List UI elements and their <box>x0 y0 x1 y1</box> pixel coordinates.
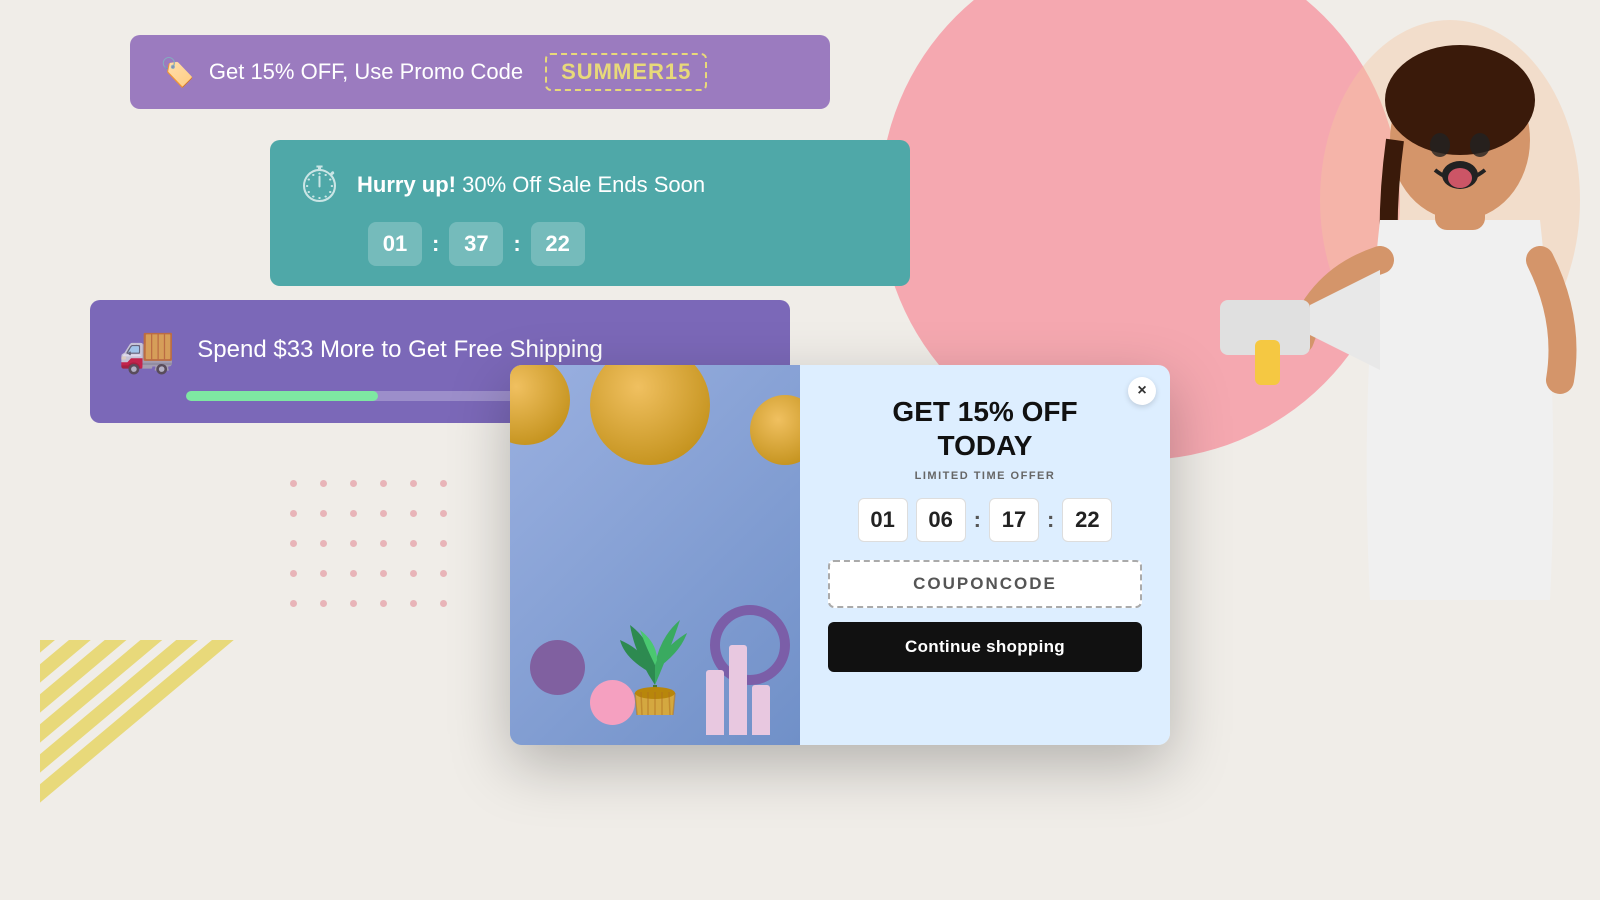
coupon-code-display: COUPONCODE <box>828 560 1142 608</box>
truck-icon: 🚚 <box>118 322 175 377</box>
sep1: : <box>432 231 439 257</box>
modal-title-line2: TODAY <box>892 429 1077 463</box>
banner2-text: Hurry up! 30% Off Sale Ends Soon <box>357 172 705 198</box>
modal-minutes1: 06 <box>916 498 966 542</box>
modal-title-line1: GET 15% OFF <box>892 395 1077 429</box>
modal-close-button[interactable]: × <box>1128 377 1156 405</box>
modal-hours: 01 <box>858 498 908 542</box>
modal-title: GET 15% OFF TODAY <box>892 395 1077 462</box>
continue-shopping-button[interactable]: Continue shopping <box>828 622 1142 672</box>
progress-bar-fill <box>186 391 378 401</box>
banner2-countdown: 01 : 37 : 22 <box>368 222 585 266</box>
modal-sep1: : <box>974 507 981 533</box>
pink-columns <box>706 645 770 735</box>
promo-banner-2: ⏱ Hurry up! 30% Off Sale Ends Soon 01 : … <box>270 140 910 286</box>
countdown-seconds: 22 <box>531 222 585 266</box>
countdown-minutes: 37 <box>449 222 503 266</box>
timer-icon: ⏱ <box>300 160 339 210</box>
banner2-top: ⏱ Hurry up! 30% Off Sale Ends Soon <box>300 160 880 210</box>
hurry-label: Hurry up! <box>357 172 456 197</box>
tag-icon: 🏷️ <box>160 56 195 89</box>
promo-code: SUMMER15 <box>545 53 707 91</box>
promo-banner-1-text: Get 15% OFF, Use Promo Code <box>209 59 523 85</box>
modal-seconds: 22 <box>1062 498 1112 542</box>
discount-modal: × GET 15% OFF TODAY LIMITED TIME OFFER 0… <box>510 365 1170 745</box>
modal-content-panel: × GET 15% OFF TODAY LIMITED TIME OFFER 0… <box>800 365 1170 745</box>
modal-image-panel <box>510 365 800 745</box>
bg-yellow-stripes <box>40 640 300 840</box>
modal-subtitle: LIMITED TIME OFFER <box>915 470 1056 482</box>
plant-container <box>615 595 695 715</box>
plant-svg <box>615 595 695 715</box>
sep2: : <box>513 231 520 257</box>
purple-ball <box>530 640 585 695</box>
modal-countdown: 01 06 : 17 : 22 <box>858 498 1113 542</box>
countdown-hours: 01 <box>368 222 422 266</box>
shipping-text: Spend $33 More to Get Free Shipping <box>197 336 603 364</box>
woman-with-megaphone <box>1100 0 1600 900</box>
dot-grid <box>290 480 458 618</box>
modal-minutes2: 17 <box>989 498 1039 542</box>
promo-banner-1: 🏷️ Get 15% OFF, Use Promo Code SUMMER15 <box>130 35 830 109</box>
modal-sep2: : <box>1047 507 1054 533</box>
